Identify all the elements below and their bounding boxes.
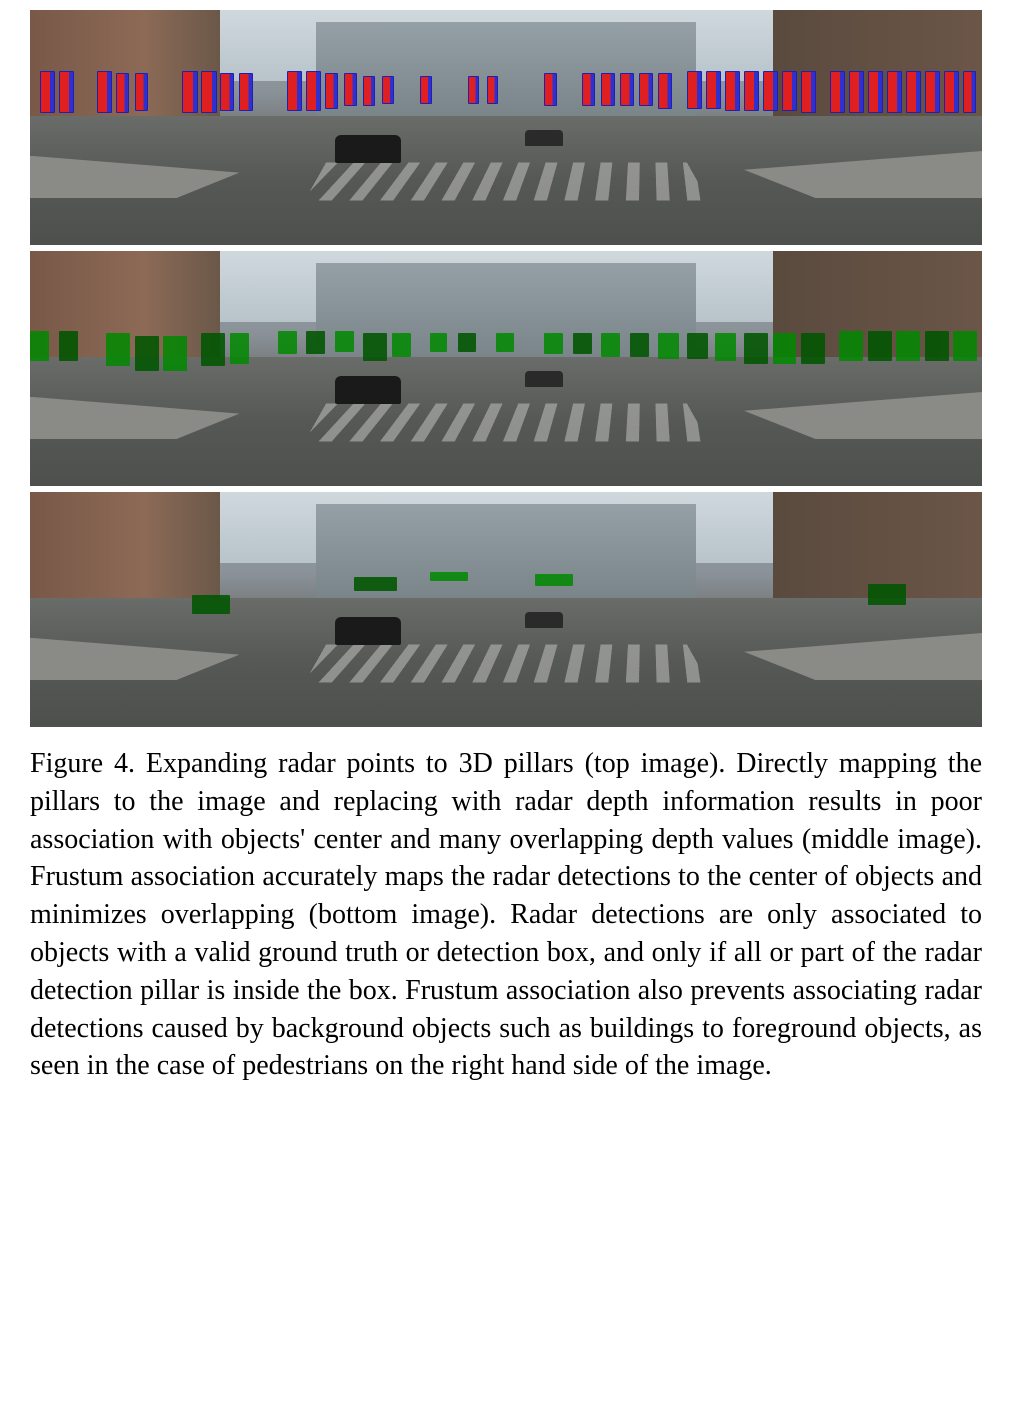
pillar-detection bbox=[830, 71, 845, 113]
green-detection bbox=[839, 331, 863, 362]
green-detection bbox=[278, 331, 297, 355]
green-detection bbox=[135, 336, 159, 371]
green-detection bbox=[687, 333, 708, 359]
green-detection bbox=[715, 333, 736, 361]
pillar-detection bbox=[97, 71, 112, 113]
pillar-detection bbox=[887, 71, 902, 113]
green-detection bbox=[544, 333, 563, 354]
scene-car-main bbox=[335, 617, 402, 645]
green-detection bbox=[744, 333, 768, 364]
green-detection bbox=[601, 333, 620, 357]
panel-top-3d-pillars bbox=[30, 10, 982, 245]
green-detection bbox=[230, 333, 249, 364]
frustum-detection bbox=[868, 584, 906, 605]
pillar-detection bbox=[135, 73, 148, 111]
pillar-detection bbox=[906, 71, 921, 113]
green-detection bbox=[458, 333, 475, 352]
pillar-detection bbox=[468, 76, 479, 104]
panel-middle-direct-mapping bbox=[30, 251, 982, 486]
green-detection bbox=[201, 333, 225, 366]
scene-car-mid bbox=[525, 371, 563, 387]
scene-car-mid bbox=[525, 612, 563, 628]
pillar-detection bbox=[382, 76, 393, 104]
green-detection bbox=[430, 333, 447, 352]
pillar-detection bbox=[182, 71, 197, 113]
green-detection bbox=[363, 333, 387, 361]
green-detection bbox=[868, 331, 892, 362]
green-detection bbox=[801, 333, 825, 364]
pillar-detection bbox=[325, 73, 338, 108]
frustum-detection bbox=[430, 572, 468, 581]
pillar-detection bbox=[239, 73, 252, 111]
pillar-detection bbox=[639, 73, 652, 106]
pillar-detection bbox=[601, 73, 614, 106]
scene-crosswalk bbox=[304, 162, 707, 200]
green-detection bbox=[773, 333, 797, 364]
green-detection bbox=[630, 333, 649, 357]
green-detection bbox=[896, 331, 920, 362]
pillar-detection bbox=[849, 71, 864, 113]
green-detection bbox=[953, 331, 977, 362]
scene-car-main bbox=[335, 376, 402, 404]
pillar-detection bbox=[59, 71, 74, 113]
panel-bottom-frustum bbox=[30, 492, 982, 727]
pillar-detection bbox=[287, 71, 302, 111]
pillar-detection bbox=[725, 71, 740, 111]
green-detection bbox=[658, 333, 679, 359]
figure-caption: Figure 4. Expanding radar points to 3D p… bbox=[30, 745, 982, 1085]
pillar-detection bbox=[944, 71, 959, 113]
pillar-detection bbox=[925, 71, 940, 113]
green-detection bbox=[392, 333, 411, 357]
pillar-detection bbox=[763, 71, 778, 111]
green-detection bbox=[59, 331, 78, 362]
pillar-detection bbox=[801, 71, 816, 113]
green-detection bbox=[573, 333, 592, 354]
pillar-detection bbox=[116, 73, 129, 113]
pillar-detection bbox=[744, 71, 759, 111]
figure-caption-text: Expanding radar points to 3D pillars (to… bbox=[30, 748, 982, 1081]
image-stack bbox=[30, 10, 982, 727]
pillar-detection bbox=[582, 73, 595, 106]
pillar-detection bbox=[363, 76, 374, 107]
pillar-detection bbox=[868, 71, 883, 113]
scene-crosswalk bbox=[304, 644, 707, 682]
green-detection bbox=[925, 331, 949, 362]
pillar-detection bbox=[687, 71, 702, 109]
green-detection bbox=[30, 331, 49, 362]
pillar-detection bbox=[344, 73, 357, 106]
green-detection bbox=[496, 333, 513, 352]
pillar-detection bbox=[487, 76, 498, 104]
pillar-detection bbox=[620, 73, 633, 106]
green-detection bbox=[106, 333, 130, 366]
pillar-detection bbox=[782, 71, 797, 111]
pillar-detection bbox=[40, 71, 55, 113]
pillar-detection bbox=[420, 76, 431, 104]
green-detection bbox=[163, 336, 187, 371]
frustum-detection bbox=[354, 577, 397, 591]
green-detection bbox=[335, 331, 354, 352]
pillar-detection bbox=[201, 71, 216, 113]
pillar-detection bbox=[220, 73, 233, 111]
green-detection bbox=[306, 331, 325, 355]
scene-crosswalk bbox=[304, 403, 707, 441]
scene-car-main bbox=[335, 135, 402, 163]
pillar-detection bbox=[658, 73, 671, 108]
frustum-detection bbox=[192, 595, 230, 614]
pillar-detection bbox=[306, 71, 321, 111]
pillar-detection bbox=[706, 71, 721, 109]
figure-container: Figure 4. Expanding radar points to 3D p… bbox=[30, 10, 982, 1085]
pillar-detection bbox=[544, 73, 557, 106]
frustum-detection bbox=[535, 574, 573, 586]
pillar-detection bbox=[963, 71, 976, 113]
figure-label: Figure 4. bbox=[30, 748, 135, 779]
scene-car-mid bbox=[525, 130, 563, 146]
